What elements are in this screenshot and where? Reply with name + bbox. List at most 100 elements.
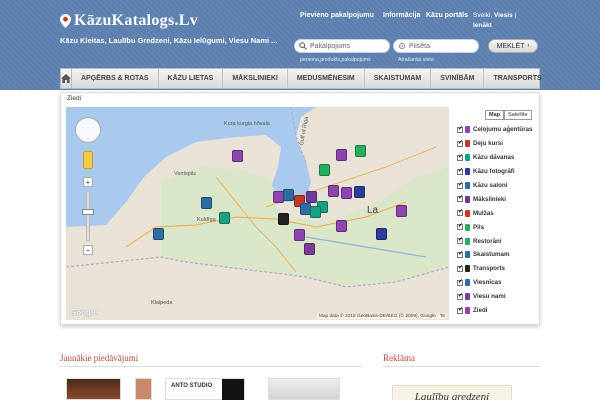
checkbox[interactable] xyxy=(457,264,463,272)
map-marker[interactable] xyxy=(336,220,347,232)
map-land xyxy=(66,107,449,320)
map-marker[interactable] xyxy=(153,228,164,240)
legend-item[interactable]: Ceļojumu aģentūras xyxy=(457,123,539,137)
legend-item[interactable]: Ziedi xyxy=(457,304,539,318)
nav-item-artists[interactable]: MĀKSLINIEKI xyxy=(223,69,288,88)
legend-item[interactable]: Viesu nami xyxy=(457,290,539,304)
camera-icon xyxy=(465,168,470,176)
service-search-input[interactable]: Pakalpojums xyxy=(294,39,390,53)
checkbox[interactable] xyxy=(457,167,463,175)
legend-label: Viesnīcas xyxy=(473,279,502,287)
nav-item-transport[interactable]: TRANSPORTS xyxy=(484,69,550,88)
pan-control[interactable] xyxy=(75,117,101,143)
legend-label: Ceļojumu aģentūras xyxy=(473,126,533,134)
info-link[interactable]: Informācija xyxy=(383,12,420,19)
login-link[interactable]: Ienākt xyxy=(473,22,492,29)
map-marker[interactable] xyxy=(310,206,321,218)
map-marker[interactable] xyxy=(376,228,387,240)
add-service-link[interactable]: Pievieno pakalpojumu xyxy=(300,12,374,19)
site-name: KāzuKatalogs.Lv xyxy=(74,12,199,29)
map-canvas[interactable]: + − Kura kurgla hõvala Gulf of Riga Vent… xyxy=(66,107,449,320)
search-button-label: MEKLĒT xyxy=(496,42,525,50)
divider xyxy=(60,366,362,367)
map-label-klaipeda: Klaipeda xyxy=(151,300,173,306)
legend-item[interactable]: Kāzu saloni xyxy=(457,179,539,193)
legend-item[interactable]: Skaistumam xyxy=(457,248,539,262)
map-marker[interactable] xyxy=(306,191,317,203)
offer-thumbnail[interactable] xyxy=(66,378,121,400)
checkbox[interactable] xyxy=(457,278,463,286)
map-marker[interactable] xyxy=(319,164,330,176)
zoom-slider-handle[interactable] xyxy=(82,209,94,215)
search-button[interactable]: MEKLĒT › xyxy=(488,39,538,53)
checkbox[interactable] xyxy=(457,306,463,314)
map-marker[interactable] xyxy=(201,197,212,209)
checkbox[interactable] xyxy=(457,125,463,133)
city-search-input[interactable]: Pilsēta xyxy=(393,39,479,53)
map-marker[interactable] xyxy=(219,212,230,224)
legend-item[interactable]: Transports xyxy=(457,262,539,276)
nav-item-celebrations[interactable]: SVINĪBĀM xyxy=(431,69,485,88)
map-type-satellite-button[interactable]: Satellite xyxy=(504,110,532,120)
street-view-pegman-icon[interactable] xyxy=(83,151,93,169)
zoom-slider-track[interactable] xyxy=(86,191,90,241)
map-marker[interactable] xyxy=(396,205,407,217)
nav-item-honeymoon[interactable]: MEDUSMĒNESIM xyxy=(288,69,365,88)
legend-label: Kāzu saloni xyxy=(473,182,508,189)
map-marker[interactable] xyxy=(355,145,366,157)
checkbox[interactable] xyxy=(457,250,463,258)
legend-item[interactable]: Kāzu dāvanas xyxy=(457,151,539,165)
ad-banner[interactable]: Laulību gredzeni xyxy=(392,385,512,400)
map-type-map-button[interactable]: Map xyxy=(485,110,504,120)
map-marker[interactable] xyxy=(232,150,243,162)
wedding-portal-link[interactable]: Kāzu portāls xyxy=(426,12,468,19)
legend-label: Pils xyxy=(473,223,485,231)
nav-item-beauty[interactable]: SKAISTUMAM xyxy=(365,69,432,88)
legend-item[interactable]: Viesnīcas xyxy=(457,276,539,290)
legend-item[interactable]: Mākslinieki xyxy=(457,192,539,206)
user-greeting: Sveiki, Viesis | Ienākt xyxy=(473,12,517,29)
museum-icon xyxy=(465,209,470,217)
legend-item[interactable]: Mulžas xyxy=(457,206,539,220)
legend-item[interactable]: Pils xyxy=(457,220,539,234)
hotel-icon xyxy=(465,279,470,287)
home-icon xyxy=(61,74,71,83)
zoom-out-button[interactable]: − xyxy=(83,245,93,255)
legend-label: Viesu nami xyxy=(473,293,506,301)
legend-item[interactable]: Kāzu fotogrāfi xyxy=(457,165,539,179)
zoom-in-button[interactable]: + xyxy=(83,177,93,187)
map-marker[interactable] xyxy=(294,229,305,241)
offer-thumbnail[interactable] xyxy=(268,378,340,400)
offer-thumbnail[interactable] xyxy=(135,378,152,400)
map-marker[interactable] xyxy=(336,149,347,161)
checkbox[interactable] xyxy=(457,194,463,203)
map-marker[interactable] xyxy=(278,213,289,225)
checkbox[interactable] xyxy=(457,139,463,147)
checkbox[interactable] xyxy=(457,222,463,231)
travel-agency-icon xyxy=(465,126,470,134)
map-marker[interactable] xyxy=(354,186,365,198)
nav-item-wedding-things[interactable]: KĀZU LIETAS xyxy=(159,69,224,88)
map-marker[interactable] xyxy=(283,189,294,201)
checkbox[interactable] xyxy=(457,292,463,300)
nav-item-clothing[interactable]: APĢĒRBS & ROTAS xyxy=(72,69,159,88)
checkbox[interactable] xyxy=(457,208,463,217)
legend-item[interactable]: Restorāni xyxy=(457,234,539,248)
checkbox[interactable] xyxy=(457,181,463,189)
car-icon xyxy=(465,265,470,273)
chevron-right-icon: › xyxy=(527,43,530,49)
home-button[interactable] xyxy=(61,69,72,88)
checkbox[interactable] xyxy=(457,153,463,161)
map-label-latvia: La xyxy=(367,205,379,216)
map-marker[interactable] xyxy=(341,187,352,199)
offer-thumbnail[interactable]: ANTO STUDIO xyxy=(165,378,245,400)
legend-item[interactable]: Deju kursi xyxy=(457,137,539,151)
site-logo[interactable]: KāzuKatalogs.Lv xyxy=(60,12,198,30)
latest-offers-title: Jaunākie piedāvājumi xyxy=(60,353,139,363)
map-marker[interactable] xyxy=(304,243,315,255)
site-tagline: Kāzu Kleitas, Laulību Gredzeni, Kāzu Iel… xyxy=(60,36,278,45)
checkbox[interactable] xyxy=(457,236,463,245)
map-marker[interactable] xyxy=(328,185,339,197)
legend-label: Kāzu dāvanas xyxy=(473,154,515,162)
legend-label: Transports xyxy=(473,265,505,273)
